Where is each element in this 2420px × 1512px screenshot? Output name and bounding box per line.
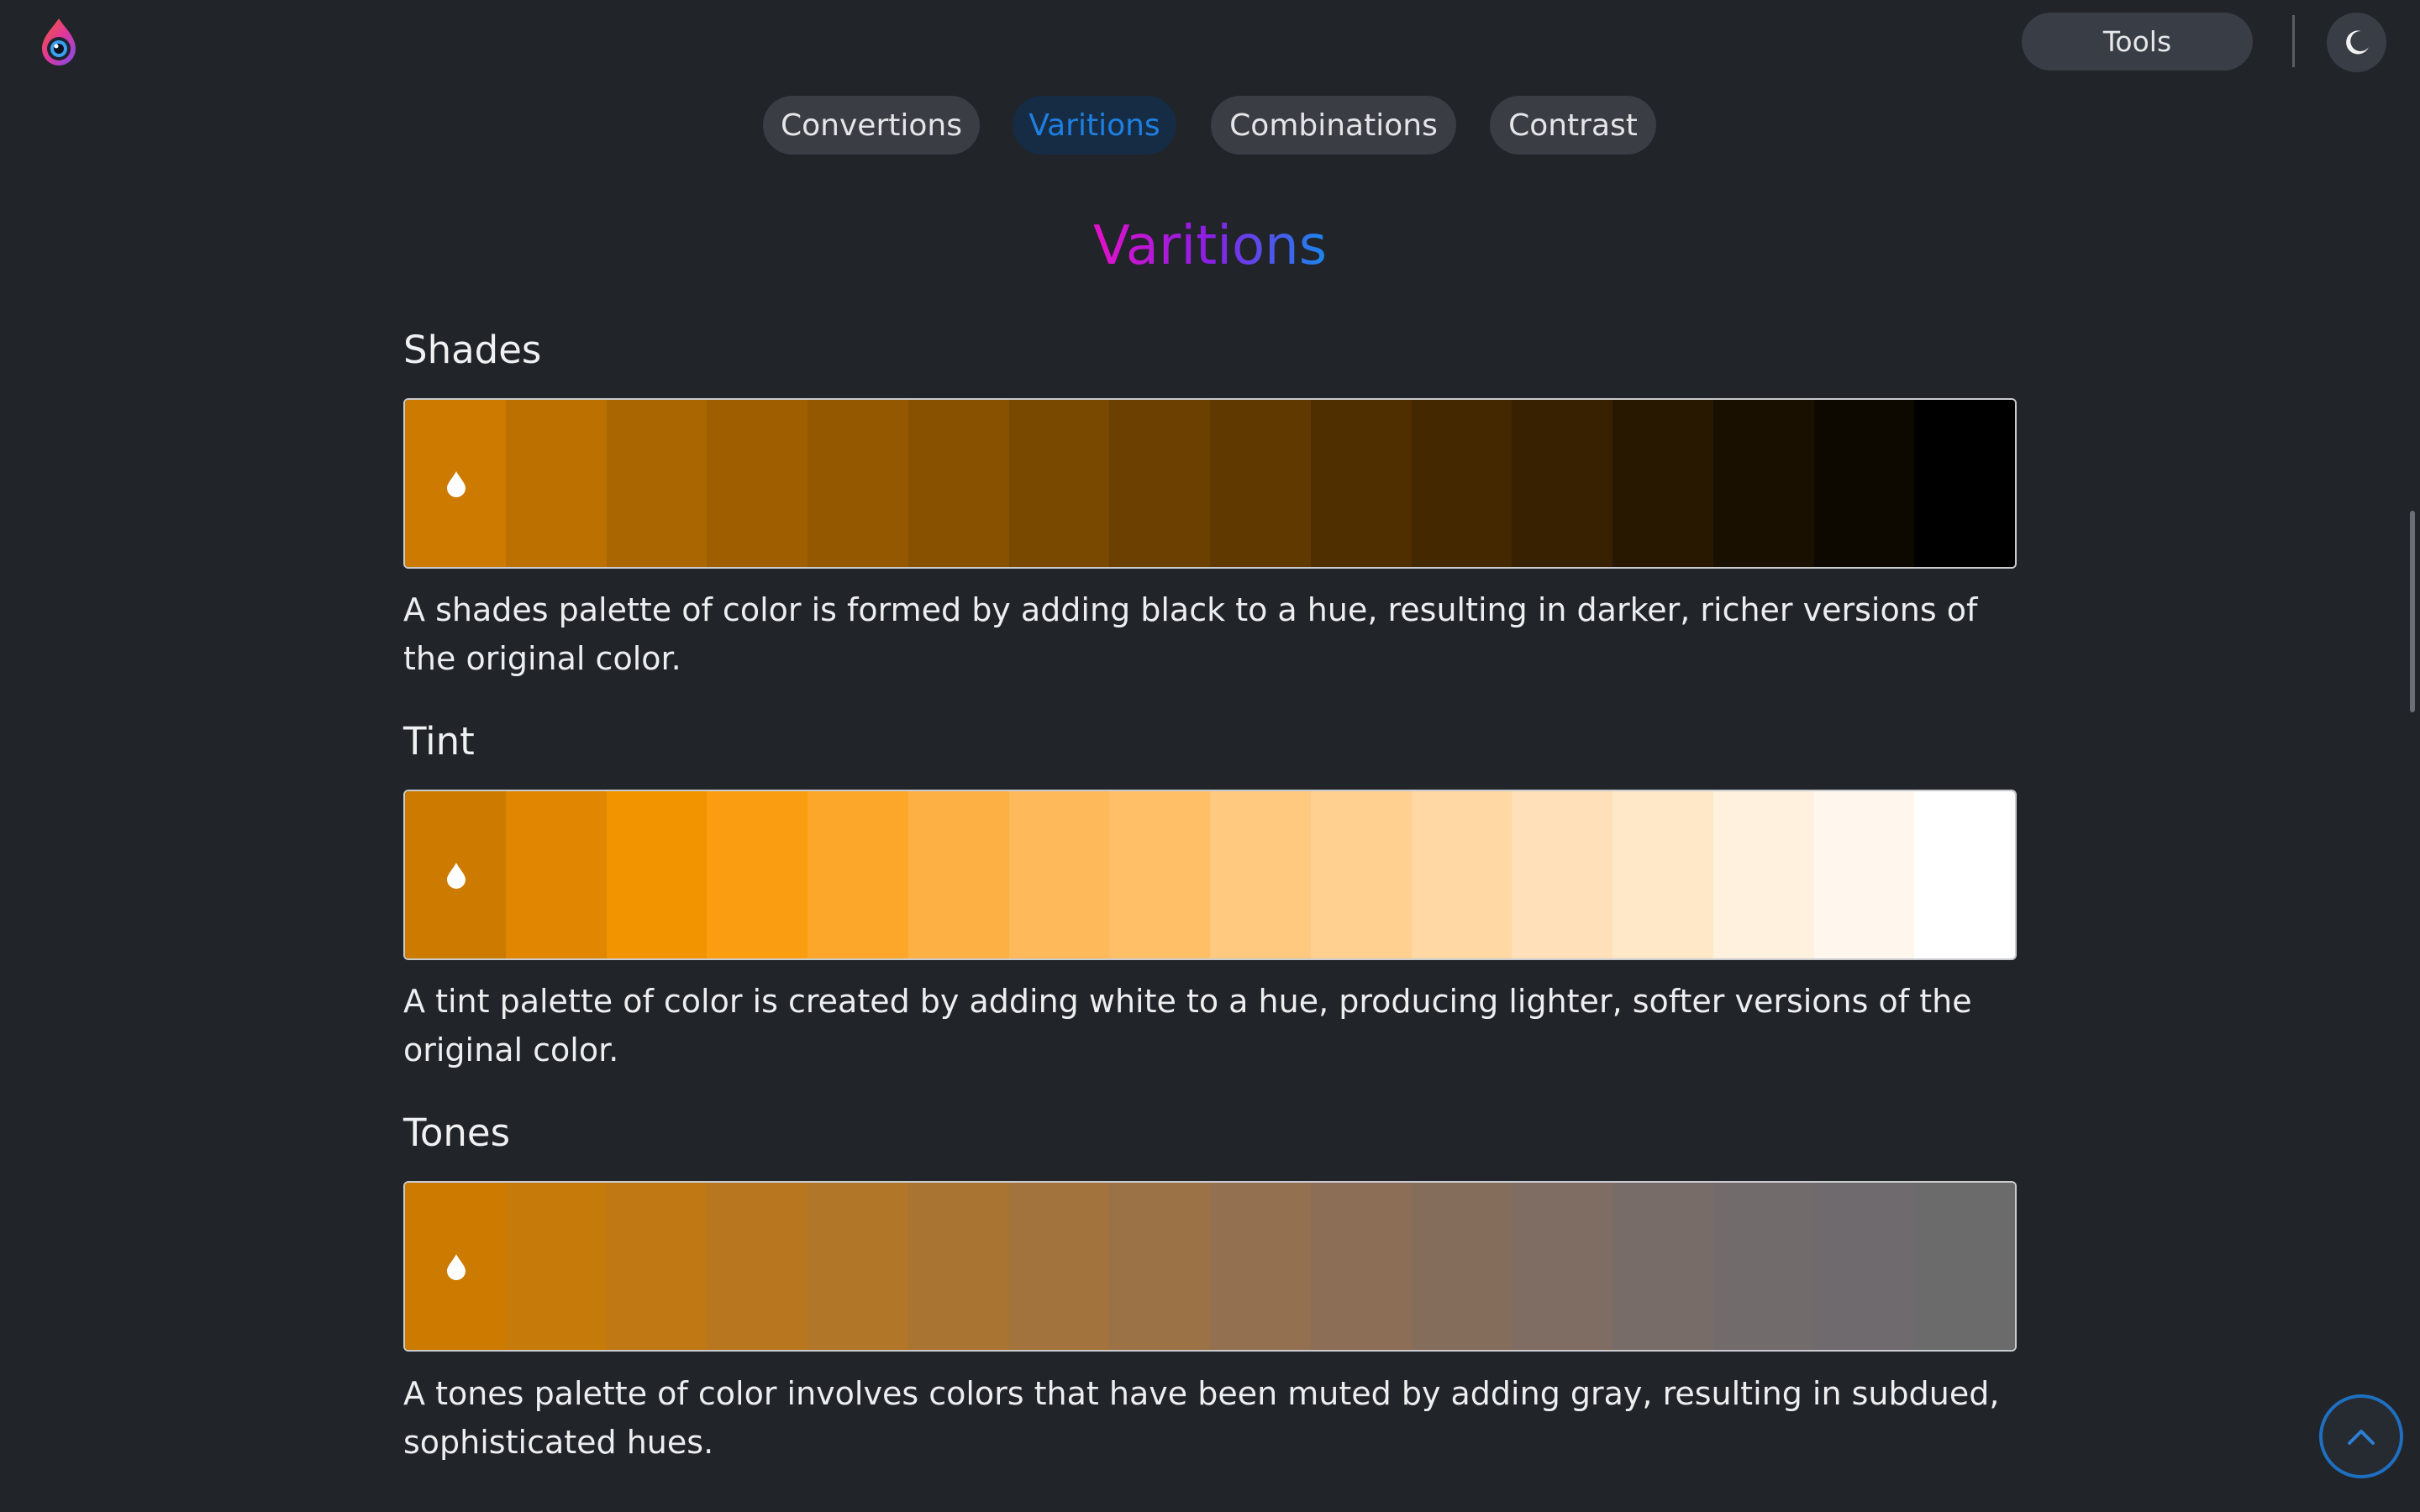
tab-contrast[interactable]: Contrast — [1490, 96, 1656, 155]
drop-icon — [447, 471, 466, 497]
tones-swatch[interactable] — [1612, 1183, 1713, 1350]
tones-swatch[interactable] — [606, 1183, 708, 1350]
shades-palette — [403, 398, 2017, 569]
shades-title: Shades — [403, 328, 542, 372]
shades-swatch[interactable] — [1411, 400, 1512, 567]
shades-description: A shades palette of color is formed by a… — [403, 591, 1978, 677]
tones-swatch[interactable] — [808, 1183, 908, 1350]
tones-swatch[interactable] — [1008, 1183, 1110, 1350]
shades-swatch[interactable] — [808, 400, 908, 567]
tint-swatch[interactable] — [1712, 791, 1814, 958]
tab-convertions[interactable]: Convertions — [763, 96, 980, 155]
tab-varitions[interactable]: Varitions — [1013, 96, 1176, 155]
shades-swatch[interactable] — [707, 400, 808, 567]
shades-swatch[interactable] — [505, 400, 607, 567]
tint-swatch[interactable] — [1411, 791, 1512, 958]
tint-swatch[interactable] — [707, 791, 808, 958]
shades-swatch[interactable] — [1512, 400, 1612, 567]
page-title: Varitions — [1092, 215, 1328, 277]
tones-swatch[interactable] — [1210, 1183, 1311, 1350]
chevron-up-icon — [2348, 1430, 2375, 1445]
drop-icon — [447, 1254, 466, 1280]
drop-icon — [447, 863, 466, 889]
moon-icon — [2345, 29, 2369, 54]
variation-tabs: Convertions Varitions Combinations Contr… — [0, 96, 2420, 156]
scroll-to-top-button[interactable] — [2319, 1394, 2403, 1478]
shades-swatch[interactable] — [1612, 400, 1713, 567]
tint-swatch[interactable] — [808, 791, 908, 958]
tones-swatch[interactable] — [707, 1183, 808, 1350]
tint-swatch[interactable] — [908, 791, 1009, 958]
tint-swatch[interactable] — [606, 791, 708, 958]
tones-swatch[interactable] — [1914, 1183, 2015, 1350]
shades-swatch[interactable] — [1008, 400, 1110, 567]
theme-toggle-button[interactable] — [2327, 13, 2386, 72]
tones-swatch[interactable] — [1712, 1183, 1814, 1350]
tones-swatch[interactable] — [505, 1183, 607, 1350]
tones-swatch[interactable] — [1813, 1183, 1915, 1350]
tones-swatch[interactable] — [1411, 1183, 1512, 1350]
tones-swatch[interactable] — [908, 1183, 1009, 1350]
tones-title: Tones — [403, 1110, 511, 1155]
tones-palette — [403, 1181, 2017, 1352]
shades-swatch[interactable] — [1712, 400, 1814, 567]
tint-swatch[interactable] — [1210, 791, 1311, 958]
shades-swatch[interactable] — [908, 400, 1009, 567]
tint-description: A tint palette of color is created by ad… — [403, 983, 1972, 1068]
tint-swatch[interactable] — [1813, 791, 1915, 958]
shades-swatch[interactable] — [1914, 400, 2015, 567]
shades-swatch[interactable] — [1813, 400, 1915, 567]
eye-drop-logo-icon[interactable] — [37, 17, 81, 69]
shades-swatch[interactable] — [1210, 400, 1311, 567]
shades-swatch[interactable] — [606, 400, 708, 567]
tones-swatch[interactable] — [1310, 1183, 1412, 1350]
shades-swatch[interactable] — [405, 400, 506, 567]
tint-swatch[interactable] — [1109, 791, 1210, 958]
tones-swatch[interactable] — [1512, 1183, 1612, 1350]
tint-swatch[interactable] — [505, 791, 607, 958]
header-divider — [2292, 15, 2295, 67]
tint-swatch[interactable] — [1914, 791, 2015, 958]
tones-description: A tones palette of color involves colors… — [403, 1375, 2000, 1461]
shades-swatch[interactable] — [1310, 400, 1412, 567]
tint-title: Tint — [403, 719, 475, 764]
tint-swatch[interactable] — [1512, 791, 1612, 958]
tint-swatch[interactable] — [1310, 791, 1412, 958]
tint-swatch[interactable] — [1008, 791, 1110, 958]
tools-button[interactable]: Tools — [2022, 13, 2253, 71]
tint-palette — [403, 790, 2017, 960]
tab-combinations[interactable]: Combinations — [1211, 96, 1456, 155]
tint-swatch[interactable] — [1612, 791, 1713, 958]
tones-swatch[interactable] — [1109, 1183, 1210, 1350]
tones-swatch[interactable] — [405, 1183, 506, 1350]
scrollbar-thumb[interactable] — [2410, 511, 2415, 712]
tint-swatch[interactable] — [405, 791, 506, 958]
shades-swatch[interactable] — [1109, 400, 1210, 567]
top-bar: Tools — [0, 0, 2420, 84]
